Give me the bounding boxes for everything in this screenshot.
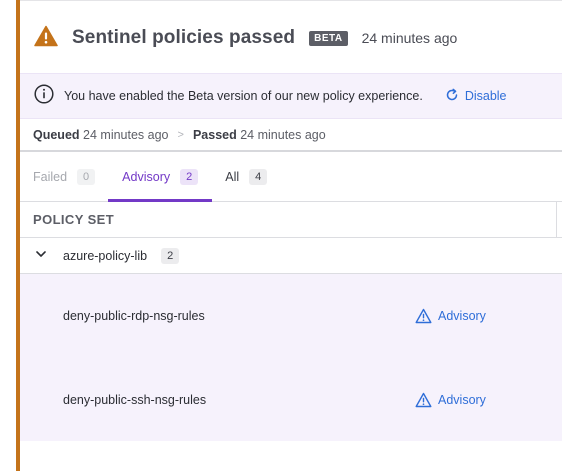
advisory-status-link[interactable]: Advisory <box>415 392 486 408</box>
policy-set-name: azure-policy-lib <box>63 248 148 263</box>
page-title: Sentinel policies passed <box>72 27 296 48</box>
left-gutter <box>0 0 16 471</box>
table-row[interactable]: deny-public-ssh-nsg-rules Advisory <box>20 358 562 442</box>
column-resize-divider[interactable] <box>556 202 557 238</box>
refresh-icon <box>445 88 465 105</box>
tab-all[interactable]: All 4 <box>212 152 280 201</box>
tab-failed[interactable]: Failed 0 <box>20 152 108 201</box>
run-status-breadcrumb: Queued 24 minutes ago > Passed 24 minute… <box>33 125 326 145</box>
advisory-status-label: Advisory <box>438 309 486 323</box>
panel-header: Sentinel policies passed BETA 24 minutes… <box>20 3 562 73</box>
beta-notice-banner: You have enabled the Beta version of our… <box>20 73 562 119</box>
tab-advisory[interactable]: Advisory 2 <box>108 152 213 202</box>
queued-label: Queued <box>33 128 80 142</box>
advisory-status-link[interactable]: Advisory <box>415 308 486 324</box>
warning-triangle-icon <box>34 24 58 53</box>
passed-time: 24 minutes ago <box>240 128 326 142</box>
tab-failed-label: Failed <box>33 169 68 184</box>
advisory-status-label: Advisory <box>438 393 486 407</box>
tab-advisory-count: 2 <box>180 168 199 185</box>
advisory-warning-icon <box>415 392 432 408</box>
beta-badge: BETA <box>309 30 348 46</box>
queued-time: 24 minutes ago <box>83 128 169 142</box>
advisory-warning-icon <box>415 308 432 324</box>
disable-beta-label: Disable <box>464 89 507 103</box>
breadcrumb-separator: > <box>177 129 184 141</box>
passed-label: Passed <box>192 128 237 142</box>
chevron-down-icon <box>35 248 63 263</box>
table-row[interactable]: deny-public-rdp-nsg-rules Advisory <box>20 274 562 358</box>
policy-rows: deny-public-rdp-nsg-rules Advisory deny-… <box>20 274 562 441</box>
policy-panel: Sentinel policies passed BETA 24 minutes… <box>20 3 562 471</box>
policy-name: deny-public-ssh-nsg-rules <box>63 393 207 407</box>
policy-set-column-header: POLICY SET <box>20 202 562 238</box>
tab-failed-count: 0 <box>77 168 96 185</box>
tab-advisory-label: Advisory <box>122 169 171 184</box>
policy-tabs: Failed 0 Advisory 2 All 4 <box>20 152 562 202</box>
tab-all-label: All <box>225 169 240 184</box>
info-icon <box>34 83 54 109</box>
header-timestamp: 24 minutes ago <box>361 30 458 46</box>
policy-set-count: 2 <box>161 247 180 264</box>
policy-name: deny-public-rdp-nsg-rules <box>63 309 205 323</box>
disable-beta-button[interactable]: Disable <box>445 88 507 105</box>
beta-notice-text: You have enabled the Beta version of our… <box>64 89 423 103</box>
tab-all-count: 4 <box>249 168 268 185</box>
policy-set-group-row[interactable]: azure-policy-lib 2 <box>20 238 562 274</box>
